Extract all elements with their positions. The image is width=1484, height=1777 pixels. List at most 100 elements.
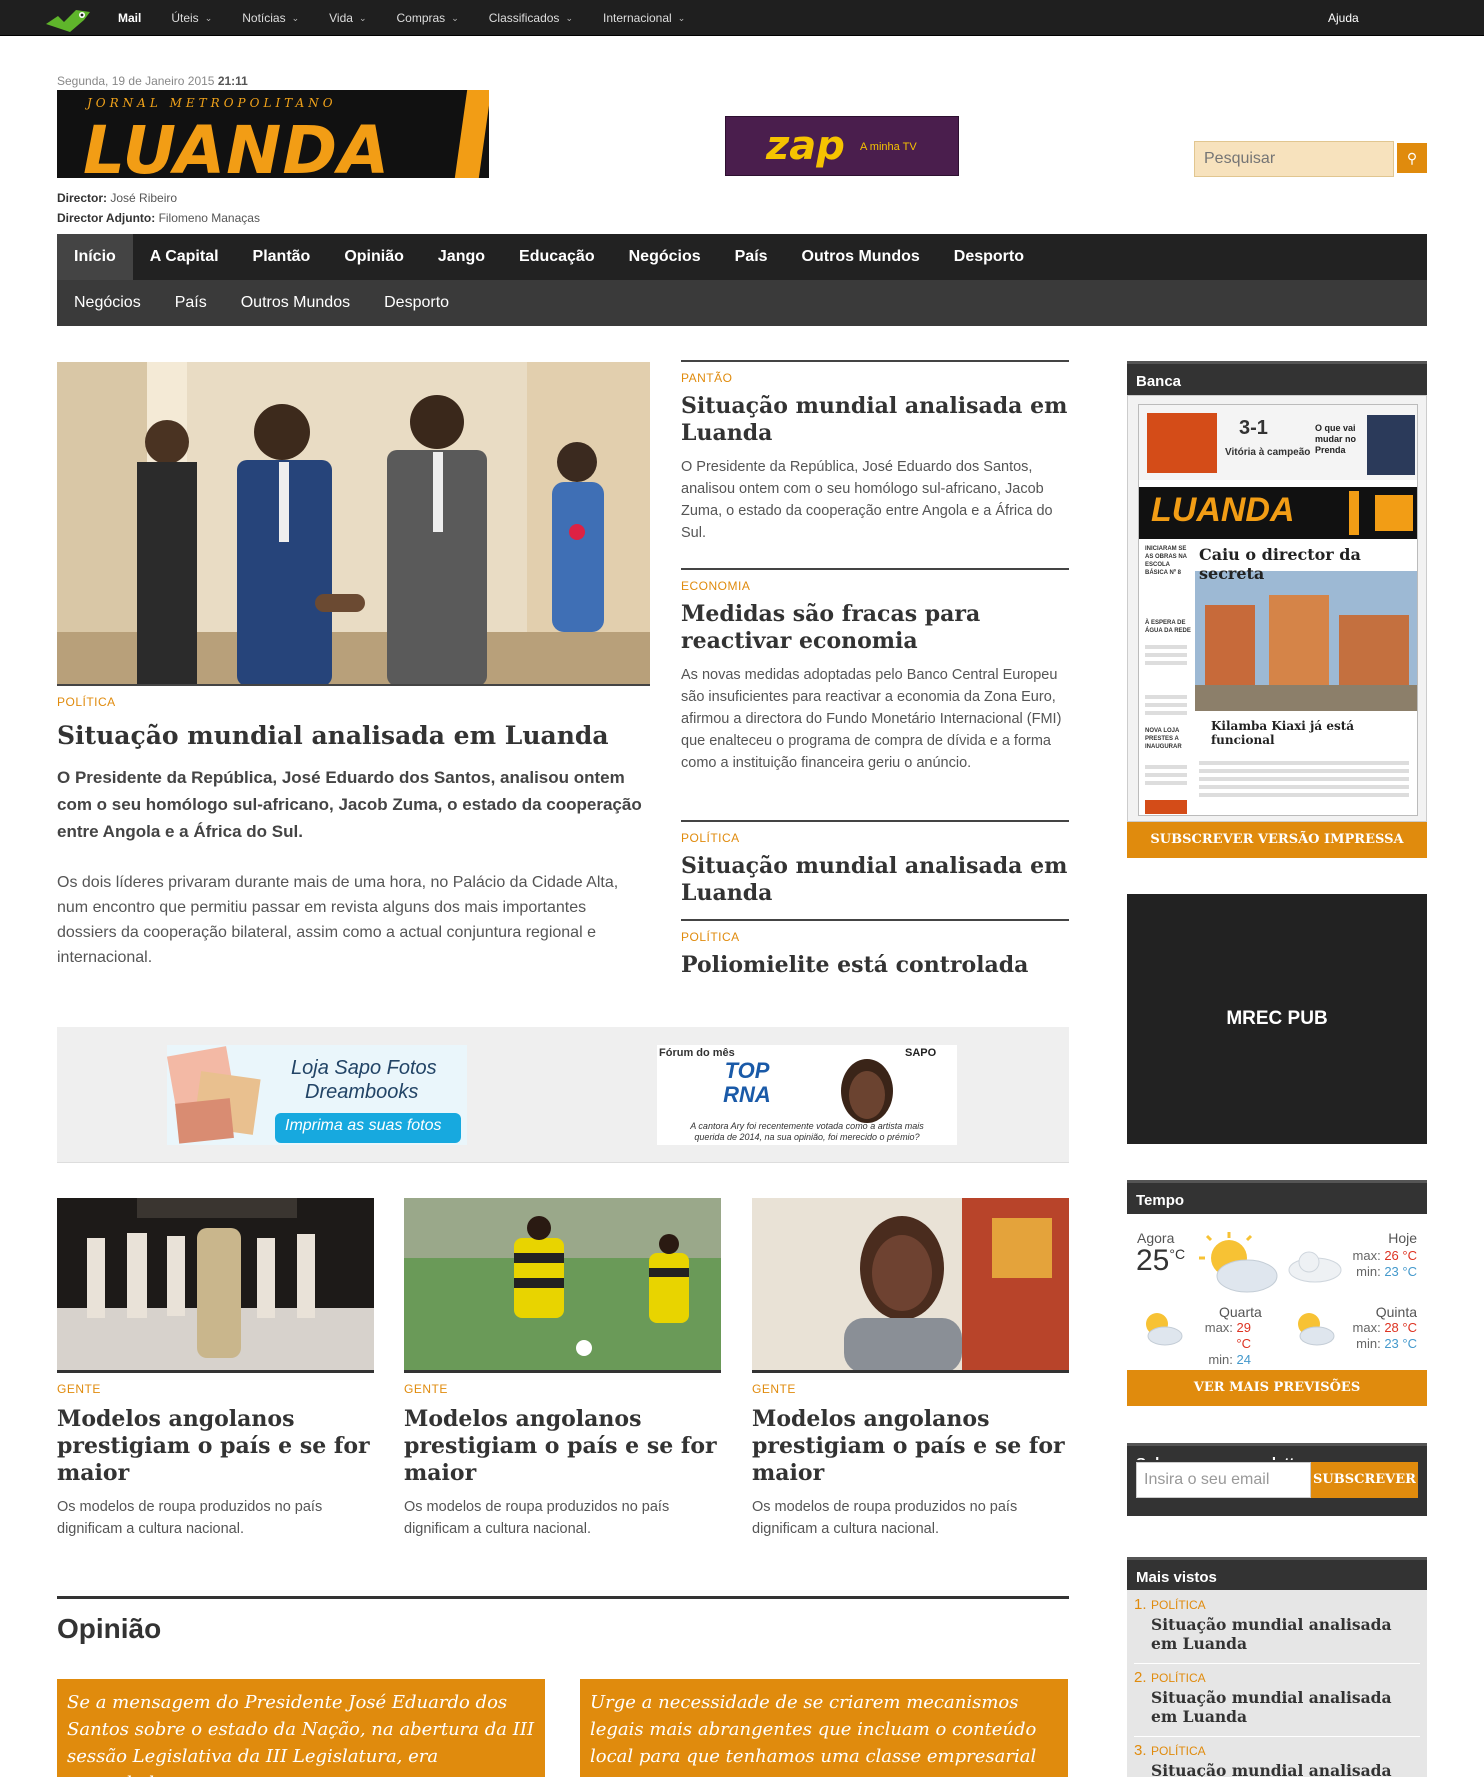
subnav-desporto[interactable]: Desporto — [367, 280, 466, 326]
card-category[interactable]: GENTE — [752, 1382, 1069, 1396]
min-label: min: — [1356, 1336, 1381, 1351]
nav-educacao[interactable]: Educação — [502, 234, 612, 280]
weather-day-label: Hoje — [1388, 1230, 1417, 1246]
portal-nav-uteis[interactable]: Úteis ⌄ — [171, 11, 212, 25]
zap-tagline: A minha TV — [860, 141, 917, 153]
side-article-category[interactable]: PANTÃO — [681, 371, 1069, 385]
side-article-title[interactable]: Situação mundial analisada em Luanda — [681, 853, 1069, 907]
card-title[interactable]: Modelos angolanos prestigiam o país e se… — [57, 1406, 374, 1487]
side-article-category[interactable]: ECONOMIA — [681, 579, 1069, 593]
card-title[interactable]: Modelos angolanos prestigiam o país e se… — [752, 1406, 1069, 1487]
nav-label: Mail — [118, 11, 142, 25]
newspaper-cover[interactable]: 3-1 Vitória à campeão O que vai mudar no… — [1138, 404, 1418, 816]
portrait-photo — [752, 1198, 1069, 1370]
featured-photo-art — [57, 362, 650, 684]
cover-left-3: NOVA LOJA PRESTES A INAUGURAR — [1145, 728, 1182, 750]
card-photo[interactable] — [57, 1198, 374, 1373]
newsletter-email-input[interactable]: Insira o seu email — [1136, 1462, 1311, 1498]
nav-label: Úteis — [171, 11, 199, 25]
opinion-box[interactable]: Se a mensagem do Presidente José Eduardo… — [57, 1679, 545, 1777]
card-category[interactable]: GENTE — [404, 1382, 721, 1396]
opinion-box[interactable]: Urge a necessidade de se criarem mecanis… — [580, 1679, 1068, 1777]
search-input[interactable] — [1194, 141, 1394, 177]
site-logo[interactable]: JORNAL METROPOLITANO LUANDA — [57, 90, 489, 178]
forum-ad[interactable]: Fórum do mês TOP RNA SAPO A cantora Ary … — [657, 1045, 957, 1145]
masthead-stripe — [454, 90, 489, 178]
portal-nav-compras[interactable]: Compras ⌄ — [397, 11, 459, 25]
newsletter-panel: Insira o seu email SUBSCREVER — [1127, 1460, 1427, 1516]
side-article-text: O Presidente da República, José Eduardo … — [681, 459, 1053, 541]
search-button[interactable]: ⚲ — [1397, 143, 1427, 173]
chevron-down-icon: ⌄ — [358, 12, 367, 23]
portal-nav-noticias[interactable]: Notícias ⌄ — [242, 11, 299, 25]
cover-left-1: INICIARAM SE AS OBRAS NA ESCOLA BÁSICA N… — [1145, 546, 1187, 576]
portal-nav-internacional[interactable]: Internacional ⌄ — [603, 11, 685, 25]
sun-cloud-icon — [1298, 1313, 1335, 1346]
portal-nav-classificados[interactable]: Classificados ⌄ — [489, 11, 573, 25]
sapo-ad-cta: Imprima as suas fotos — [285, 1117, 442, 1134]
min-label: min: — [1356, 1264, 1381, 1279]
featured-photo[interactable] — [57, 362, 650, 686]
more-forecasts-button[interactable]: VER MAIS PREVISÕES — [1127, 1370, 1427, 1406]
most-viewed-title: Situação mundial analisada em Luanda — [1151, 1688, 1392, 1726]
min-label: min: — [1208, 1352, 1233, 1367]
newsletter-subscribe-button[interactable]: SUBSCREVER — [1311, 1462, 1418, 1498]
nav-a-capital[interactable]: A Capital — [133, 234, 236, 280]
most-viewed-title: Situação mundial analisada em — [1151, 1761, 1392, 1777]
search-icon: ⚲ — [1406, 150, 1418, 166]
nav-label: Compras — [396, 11, 446, 25]
nav-plantao[interactable]: Plantão — [236, 234, 328, 280]
side-article-title[interactable]: Situação mundial analisada em Luanda — [681, 393, 1069, 447]
featured-category[interactable]: POLÍTICA — [57, 695, 116, 709]
side-article-category[interactable]: POLÍTICA — [681, 930, 1069, 944]
subscribe-print-button[interactable]: SUBSCREVER VERSÃO IMPRESSA — [1127, 822, 1427, 858]
featured-title[interactable]: Situação mundial analisada em Luanda — [57, 721, 609, 750]
nav-inicio[interactable]: Início — [57, 234, 133, 280]
card-text: Os modelos de roupa produzidos no país d… — [752, 1499, 1018, 1537]
side-article-title[interactable]: Poliomielite está controlada — [681, 952, 1069, 979]
card-photo[interactable] — [752, 1198, 1069, 1373]
sapo-fotos-ad[interactable]: Loja Sapo Fotos Dreambooks Imprima as su… — [167, 1045, 467, 1145]
side-article-title[interactable]: Medidas são fracas para reactivar econom… — [681, 601, 1069, 655]
chevron-down-icon: ⌄ — [451, 12, 459, 23]
zap-banner-ad[interactable]: zap A minha TV — [725, 116, 959, 176]
nav-label: Internacional — [602, 11, 672, 25]
nav-opiniao[interactable]: Opinião — [327, 234, 421, 280]
side-article: POLÍTICA Poliomielite está controlada — [681, 919, 1069, 979]
portal-nav-vida[interactable]: Vida ⌄ — [329, 11, 366, 25]
weather-now-temp: 25°C — [1136, 1244, 1185, 1278]
subnav-negocios[interactable]: Negócios — [57, 280, 158, 326]
card-title[interactable]: Modelos angolanos prestigiam o país e se… — [404, 1406, 721, 1487]
card-text: Os modelos de roupa produzidos no país d… — [404, 1499, 670, 1537]
card-photo[interactable] — [404, 1198, 721, 1373]
side-article-category[interactable]: POLÍTICA — [681, 831, 1069, 845]
weather-panel: Agora 25°C Hoje max: 26 °C min: 23 °C Qu… — [1127, 1218, 1427, 1383]
nav-outros-mundos[interactable]: Outros Mundos — [785, 234, 937, 280]
tempo-heading: Tempo — [1127, 1180, 1427, 1214]
subnav-pais[interactable]: País — [158, 280, 224, 326]
cover-side-headline: O que vai mudar no Prenda — [1315, 423, 1357, 455]
nav-jango[interactable]: Jango — [421, 234, 502, 280]
section-divider — [57, 1596, 1069, 1599]
cloud-icon — [1288, 1251, 1342, 1283]
temp-unit: °C — [1402, 1248, 1417, 1263]
most-viewed-item[interactable]: 3. POLÍTICA Situação mundial analisada e… — [1134, 1742, 1420, 1777]
nav-pais[interactable]: País — [718, 234, 785, 280]
portal-nav-mail[interactable]: Mail — [118, 11, 141, 25]
help-link[interactable]: Ajuda — [1328, 11, 1359, 25]
most-viewed-item[interactable]: 2. POLÍTICA Situação mundial analisada e… — [1134, 1669, 1420, 1737]
director-label: Director: — [57, 191, 108, 205]
banca-panel: 3-1 Vitória à campeão O que vai mudar no… — [1127, 395, 1427, 822]
gente-card: GENTE Modelos angolanos prestigiam o paí… — [752, 1198, 1069, 1540]
opinion-text: Se a mensagem do Presidente José Eduardo… — [67, 1692, 535, 1777]
most-viewed-item[interactable]: 1. POLÍTICA Situação mundial analisada e… — [1134, 1596, 1420, 1664]
nav-negocios[interactable]: Negócios — [612, 234, 718, 280]
card-text: Os modelos de roupa produzidos no país d… — [57, 1499, 323, 1537]
mrec-ad[interactable]: MREC PUB — [1127, 894, 1427, 1144]
nav-desporto[interactable]: Desporto — [937, 234, 1041, 280]
card-category[interactable]: GENTE — [57, 1382, 374, 1396]
banca-heading: Banca — [1127, 361, 1427, 395]
sapo-logo-icon[interactable] — [44, 6, 92, 34]
subnav-outros-mundos[interactable]: Outros Mundos — [224, 280, 367, 326]
opiniao-heading[interactable]: Opinião — [57, 1613, 161, 1645]
